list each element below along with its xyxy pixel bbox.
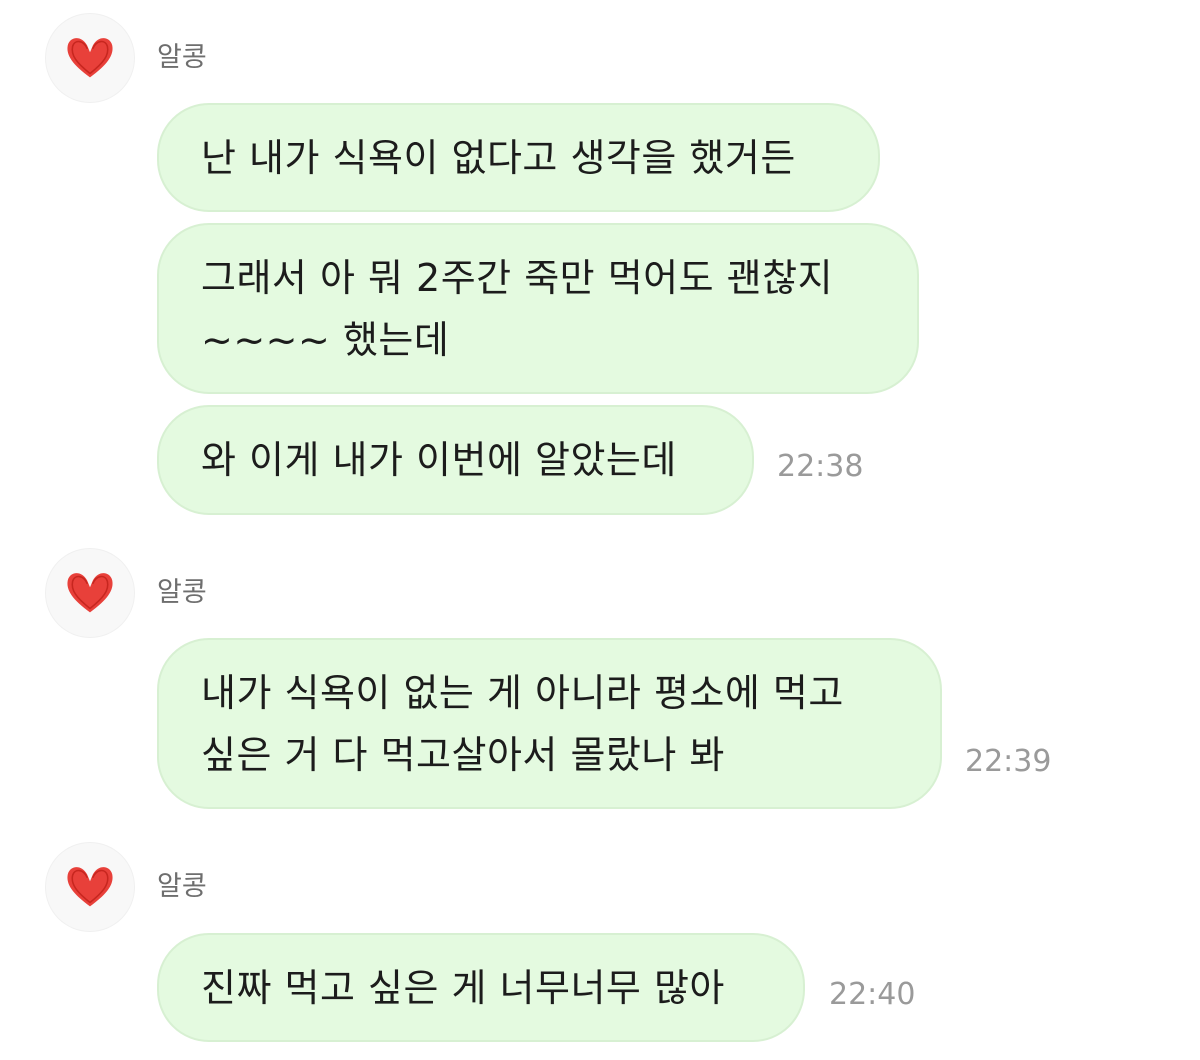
- sender-avatar[interactable]: [46, 549, 134, 637]
- message-text: 진짜 먹고 싶은 게 너무너무 많아: [201, 965, 725, 1010]
- message-time: 22:40: [829, 977, 916, 1012]
- red-heart-icon: [67, 573, 113, 613]
- message-text: 와 이게 내가 이번에 알았는데: [201, 438, 677, 482]
- message-text: 난 내가 식욕이 없다고 생각을 했거든: [201, 135, 796, 180]
- message-time: 22:39: [965, 744, 1052, 779]
- message-bubble[interactable]: 난 내가 식욕이 없다고 생각을 했거든: [157, 103, 880, 212]
- red-heart-icon: [67, 867, 113, 907]
- message-bubble[interactable]: 내가 식욕이 없는 게 아니라 평소에 먹고 싶은 거 다 먹고살아서 몰랐나 …: [157, 638, 942, 809]
- message-bubble[interactable]: 와 이게 내가 이번에 알았는데: [157, 405, 754, 515]
- sender-name: 알콩: [157, 871, 207, 902]
- sender-avatar[interactable]: [46, 843, 134, 931]
- message-text: 그래서 아 뭐 2주간 죽만 먹어도 괜찮지: [201, 255, 834, 300]
- message-text: 내가 식욕이 없는 게 아니라 평소에 먹고: [201, 670, 844, 715]
- sender-name: 알콩: [157, 577, 207, 608]
- message-text: 싶은 거 다 먹고살아서 몰랐나 봐: [201, 732, 725, 777]
- message-bubble[interactable]: 그래서 아 뭐 2주간 죽만 먹어도 괜찮지 ~~~~ 했는데: [157, 223, 919, 394]
- message-time: 22:38: [777, 449, 864, 484]
- sender-name: 알콩: [157, 42, 207, 73]
- red-heart-icon: [67, 38, 113, 78]
- message-bubble[interactable]: 진짜 먹고 싶은 게 너무너무 많아: [157, 933, 805, 1042]
- sender-avatar[interactable]: [46, 14, 134, 102]
- message-text: ~~~~ 했는데: [201, 317, 450, 362]
